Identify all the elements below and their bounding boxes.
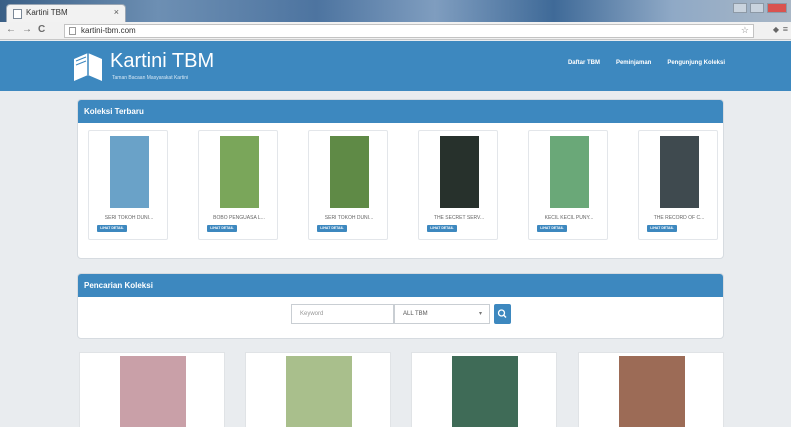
tbm-select[interactable]: ALL TBM ▾ xyxy=(394,304,490,324)
book-card[interactable]: THE RECORD OF C... LIHAT DETAIL xyxy=(638,130,718,240)
collection-search-panel: Pencarian Koleksi Keyword ALL TBM ▾ xyxy=(77,273,724,339)
browser-tab[interactable]: Kartini TBM × xyxy=(6,4,126,22)
maximize-button[interactable] xyxy=(750,3,764,13)
book-cover[interactable] xyxy=(120,356,186,427)
tbm-select-value: ALL TBM xyxy=(403,311,428,317)
view-detail-button[interactable]: LIHAT DETAIL xyxy=(427,225,457,232)
collection-card[interactable] xyxy=(79,352,225,427)
page-icon xyxy=(69,27,76,35)
book-title[interactable]: SERI TOKOH DUNI... xyxy=(311,215,387,221)
book-card[interactable]: SERI TOKOH DUNI... LIHAT DETAIL xyxy=(308,130,388,240)
reload-button[interactable]: C xyxy=(38,24,45,35)
view-detail-button[interactable]: LIHAT DETAIL xyxy=(97,225,127,232)
search-button[interactable] xyxy=(494,304,511,324)
browser-tabstrip: Kartini TBM × xyxy=(0,0,791,22)
close-window-button[interactable] xyxy=(767,3,787,13)
view-detail-button[interactable]: LIHAT DETAIL xyxy=(317,225,347,232)
tab-close-icon[interactable]: × xyxy=(114,7,119,17)
forward-button[interactable]: → xyxy=(22,24,32,35)
book-card[interactable]: THE SECRET SERV... LIHAT DETAIL xyxy=(418,130,498,240)
keyword-input[interactable]: Keyword xyxy=(291,304,394,324)
browser-menu-icon[interactable]: ≡ xyxy=(783,24,788,34)
book-title[interactable]: THE SECRET SERV... xyxy=(421,215,497,221)
book-cover[interactable] xyxy=(440,136,479,208)
book-card[interactable]: SERI TOKOH DUNI... LIHAT DETAIL xyxy=(88,130,168,240)
window-controls xyxy=(733,3,787,13)
minimize-button[interactable] xyxy=(733,3,747,13)
address-bar[interactable]: kartini-tbm.com ☆ xyxy=(64,24,754,38)
book-cover[interactable] xyxy=(660,136,699,208)
book-cover[interactable] xyxy=(286,356,352,427)
book-title[interactable]: SERI TOKOH DUNI... xyxy=(91,215,167,221)
book-cover[interactable] xyxy=(220,136,259,208)
latest-collection-heading: Koleksi Terbaru xyxy=(78,100,723,123)
main-nav: Daftar TBM Peminjaman Pengunjung Koleksi xyxy=(568,60,725,66)
book-cover[interactable] xyxy=(452,356,518,427)
latest-collection-panel: Koleksi Terbaru SERI TOKOH DUNI... LIHAT… xyxy=(77,99,724,259)
nav-pengunjung-koleksi[interactable]: Pengunjung Koleksi xyxy=(667,60,725,66)
site-brand[interactable]: Kartini TBM xyxy=(110,50,214,73)
book-list: SERI TOKOH DUNI... LIHAT DETAIL BOBO PEN… xyxy=(88,130,718,240)
view-detail-button[interactable]: LIHAT DETAIL xyxy=(647,225,677,232)
nav-peminjaman[interactable]: Peminjaman xyxy=(616,60,651,66)
collection-card[interactable] xyxy=(245,352,391,427)
bookmark-star-icon[interactable]: ☆ xyxy=(741,25,749,36)
chevron-down-icon: ▾ xyxy=(478,311,482,317)
tab-title: Kartini TBM xyxy=(26,8,68,17)
site-tagline: Taman Bacaan Masyarakat Kartini xyxy=(112,75,189,81)
book-cover[interactable] xyxy=(619,356,685,427)
book-card[interactable]: KECIL KECIL PUNY... LIHAT DETAIL xyxy=(528,130,608,240)
browser-toolbar: ← → C kartini-tbm.com ☆ ◆ ≡ xyxy=(0,22,791,40)
extension-icon[interactable]: ◆ xyxy=(773,25,779,34)
url-text[interactable]: kartini-tbm.com xyxy=(81,26,136,35)
nav-daftar-tbm[interactable]: Daftar TBM xyxy=(568,60,600,66)
view-detail-button[interactable]: LIHAT DETAIL xyxy=(537,225,567,232)
collection-search-heading: Pencarian Koleksi xyxy=(78,274,723,297)
collection-card[interactable] xyxy=(578,352,724,427)
page-icon xyxy=(13,9,22,19)
search-icon xyxy=(497,309,507,318)
book-cover[interactable] xyxy=(110,136,149,208)
site-navbar: Kartini TBM Taman Bacaan Masyarakat Kart… xyxy=(0,41,791,91)
book-logo-icon[interactable] xyxy=(70,49,106,85)
book-cover[interactable] xyxy=(330,136,369,208)
book-title[interactable]: BOBO PENGUASA L... xyxy=(201,215,277,221)
back-button[interactable]: ← xyxy=(6,24,16,35)
view-detail-button[interactable]: LIHAT DETAIL xyxy=(207,225,237,232)
collection-card[interactable] xyxy=(411,352,557,427)
book-cover[interactable] xyxy=(550,136,589,208)
book-title[interactable]: KECIL KECIL PUNY... xyxy=(531,215,607,221)
book-title[interactable]: THE RECORD OF C... xyxy=(641,215,717,221)
book-card[interactable]: BOBO PENGUASA L... LIHAT DETAIL xyxy=(198,130,278,240)
